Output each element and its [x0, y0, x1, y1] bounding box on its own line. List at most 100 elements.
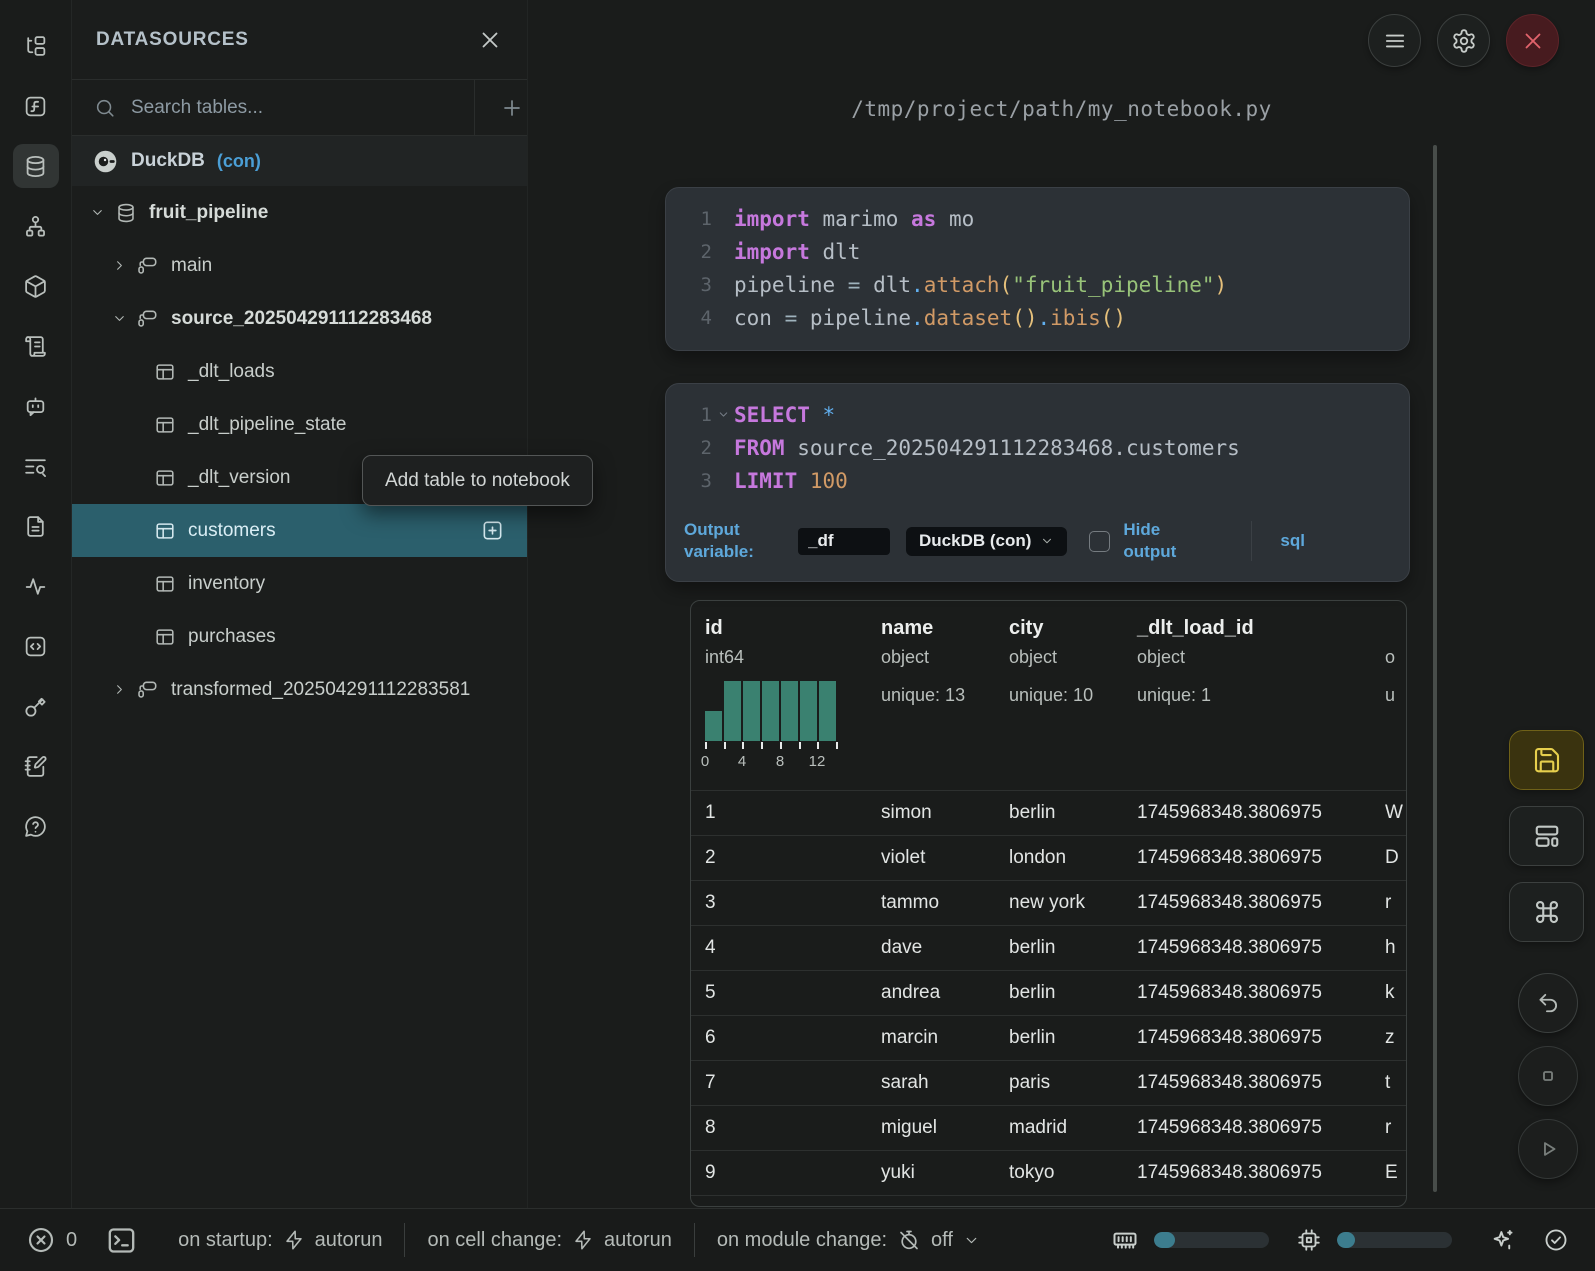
rail-item-search[interactable]: [13, 444, 59, 488]
engine-connection: (con): [217, 151, 261, 172]
table-row[interactable]: 4daveberlin1745968348.3806975h: [691, 925, 1406, 970]
save-button[interactable]: [1509, 730, 1584, 790]
code-line[interactable]: 2import dlt: [666, 235, 1409, 268]
tree-item-main[interactable]: main: [72, 239, 527, 292]
run-button[interactable]: [1518, 1119, 1578, 1179]
rail-item-datasources[interactable]: [13, 144, 59, 188]
cell-extra: z: [1371, 1027, 1406, 1049]
errors-indicator[interactable]: 0: [26, 1225, 77, 1255]
rail-item-tracing[interactable]: [13, 564, 59, 608]
layout-toggle-button[interactable]: [1509, 806, 1584, 866]
save-icon: [1532, 745, 1562, 775]
table-row[interactable]: 1simonberlin1745968348.3806975W: [691, 790, 1406, 835]
status-bar: 0 on startup: autorun on cell change: au…: [0, 1208, 1595, 1271]
tree-item-fruit_pipeline[interactable]: fruit_pipeline: [72, 186, 527, 239]
tree-item-label: customers: [188, 520, 276, 542]
cell-id: 3: [691, 892, 867, 914]
close-window-button[interactable]: [1506, 14, 1559, 67]
close-panel-icon[interactable]: [477, 27, 503, 53]
settings-button[interactable]: [1437, 14, 1490, 67]
on-cell-change-setting[interactable]: on cell change: autorun: [427, 1229, 671, 1252]
add-datasource-button[interactable]: [475, 80, 527, 135]
python-cell[interactable]: 1import marimo as mo2import dlt3pipeline…: [665, 187, 1410, 351]
undo-button[interactable]: [1518, 973, 1578, 1033]
table-row[interactable]: 2violetlondon1745968348.3806975D: [691, 835, 1406, 880]
cell-name: dave: [867, 937, 995, 959]
on-startup-setting[interactable]: on startup: autorun: [178, 1229, 382, 1252]
rail-item-help[interactable]: [13, 804, 59, 848]
output-variable-input[interactable]: [798, 528, 890, 555]
menu-button[interactable]: [1368, 14, 1421, 67]
square-function-icon: [23, 94, 48, 119]
rail-item-packages[interactable]: [13, 264, 59, 308]
chevron-down-icon[interactable]: [112, 311, 128, 326]
tree-item-customers[interactable]: customers: [72, 504, 527, 557]
tree-item-transformed_202504291112283581[interactable]: transformed_202504291112283581: [72, 663, 527, 716]
table-row[interactable]: 7sarahparis1745968348.3806975t: [691, 1060, 1406, 1105]
sparkles-icon[interactable]: [1489, 1227, 1516, 1254]
tree-item-source_202504291112283468[interactable]: source_202504291112283468: [72, 292, 527, 345]
rail-item-logs[interactable]: [13, 324, 59, 368]
sql-editor[interactable]: 1SELECT *2FROM source_202504291112283468…: [666, 398, 1409, 497]
code-line[interactable]: 4con = pipeline.dataset().ibis(): [666, 301, 1409, 334]
result-table[interactable]: idint6404812nameobjectunique: 13cityobje…: [690, 600, 1407, 1207]
fold-toggle-icon[interactable]: [712, 408, 734, 421]
tree-item-purchases[interactable]: purchases: [72, 610, 527, 663]
notebook-scrollbar[interactable]: [1433, 145, 1437, 1192]
table-row[interactable]: 9yukitokyo1745968348.3806975E: [691, 1150, 1406, 1195]
cell-extra: W: [1371, 802, 1406, 824]
rail-item-snippets[interactable]: [13, 624, 59, 668]
cell-id: 5: [691, 982, 867, 1004]
watch-off-icon: [897, 1228, 921, 1252]
code-line[interactable]: 3pipeline = dlt.attach("fruit_pipeline"): [666, 268, 1409, 301]
cell-load_id: 1745968348.3806975: [1123, 847, 1371, 869]
table-row[interactable]: 3tammonew york1745968348.3806975r: [691, 880, 1406, 925]
engine-select[interactable]: DuckDB (con): [906, 527, 1067, 556]
chevron-down-icon[interactable]: [90, 205, 106, 220]
panel-title: DATASOURCES: [96, 29, 249, 51]
rail-item-dependency-graph[interactable]: [13, 204, 59, 248]
chevron-right-icon[interactable]: [112, 258, 128, 273]
rail-item-documentation[interactable]: [13, 504, 59, 548]
stop-button[interactable]: [1518, 1046, 1578, 1106]
rail-item-scratchpad[interactable]: [13, 744, 59, 788]
tree-item-_dlt_pipeline_state[interactable]: _dlt_pipeline_state: [72, 398, 527, 451]
table-row[interactable]: 6marcinberlin1745968348.3806975z: [691, 1015, 1406, 1060]
hide-output-checkbox[interactable]: [1089, 531, 1110, 552]
code-line[interactable]: 1import marimo as mo: [666, 202, 1409, 235]
column-header-id[interactable]: idint6404812: [691, 617, 867, 790]
rail-item-ai-chat[interactable]: [13, 384, 59, 428]
file-text-icon: [23, 514, 48, 539]
code-line[interactable]: 3LIMIT 100: [666, 464, 1409, 497]
sql-cell[interactable]: 1SELECT *2FROM source_202504291112283468…: [665, 383, 1410, 582]
rail-item-secrets[interactable]: [13, 684, 59, 728]
code-text: import dlt: [734, 240, 860, 264]
histogram-tick-label: 12: [809, 753, 826, 770]
terminal-button[interactable]: [105, 1224, 138, 1257]
database-icon: [23, 154, 48, 179]
line-number: 2: [666, 437, 712, 459]
column-header-extra[interactable]: ou: [1371, 617, 1406, 790]
code-line[interactable]: 1SELECT *: [666, 398, 1409, 431]
on-module-change-setting[interactable]: on module change: off: [717, 1228, 980, 1252]
cell-load_id: 1745968348.3806975: [1123, 982, 1371, 1004]
code-line[interactable]: 2FROM source_202504291112283468.customer…: [666, 431, 1409, 464]
play-icon: [1535, 1136, 1561, 1162]
rail-item-variables[interactable]: [13, 84, 59, 128]
stop-icon: [1535, 1063, 1561, 1089]
column-header-_dlt_load_id[interactable]: _dlt_load_idobjectunique: 1: [1123, 617, 1371, 790]
column-header-city[interactable]: cityobjectunique: 10: [995, 617, 1123, 790]
rail-item-file-explorer[interactable]: [13, 24, 59, 68]
command-palette-button[interactable]: [1509, 882, 1584, 942]
add-table-button[interactable]: [481, 519, 504, 542]
table-row[interactable]: 8miguelmadrid1745968348.3806975r: [691, 1105, 1406, 1150]
column-header-name[interactable]: nameobjectunique: 13: [867, 617, 995, 790]
engine-row[interactable]: DuckDB (con): [72, 136, 527, 186]
tree-item-inventory[interactable]: inventory: [72, 557, 527, 610]
table-row[interactable]: 5andreaberlin1745968348.3806975k: [691, 970, 1406, 1015]
chevron-right-icon: [112, 258, 127, 273]
chevron-right-icon[interactable]: [112, 682, 128, 697]
tree-item-_dlt_loads[interactable]: _dlt_loads: [72, 345, 527, 398]
table-row-clipped: [691, 1195, 1406, 1207]
search-input[interactable]: [116, 96, 474, 120]
